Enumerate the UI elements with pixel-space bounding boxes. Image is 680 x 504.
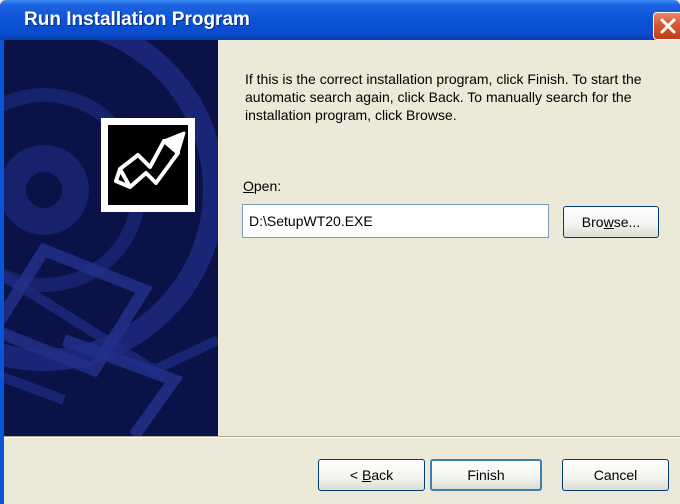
back-button[interactable]: < Back [318, 459, 425, 491]
title-bar[interactable]: Run Installation Program [0, 0, 680, 40]
open-label-rest: pen: [253, 178, 282, 194]
setup-icon-frame [101, 118, 195, 212]
browse-label-pre: Bro [581, 214, 604, 230]
browse-label-accel: w [603, 214, 614, 230]
path-input[interactable] [242, 204, 549, 238]
browse-label-post: se... [613, 214, 641, 230]
window-title: Run Installation Program [24, 9, 250, 30]
cd-disc-banner [4, 40, 218, 436]
open-label: Open: [243, 178, 281, 194]
open-label-accel: O [243, 178, 254, 194]
wizard-banner [4, 40, 218, 436]
back-label-pre: < [349, 467, 362, 483]
footer-divider [4, 436, 680, 438]
finish-button[interactable]: Finish [430, 459, 542, 491]
instructions-text: If this is the correct installation prog… [245, 71, 642, 123]
setup-arrow-icon [108, 125, 188, 205]
close-icon [660, 18, 676, 34]
dialog-window: Run Installation Program If this is the … [0, 0, 680, 504]
browse-button[interactable]: Browse... [563, 206, 659, 238]
cancel-button[interactable]: Cancel [562, 459, 669, 491]
back-label-post: ack [371, 467, 394, 483]
back-label-accel: B [361, 467, 372, 483]
close-button[interactable] [653, 12, 680, 40]
